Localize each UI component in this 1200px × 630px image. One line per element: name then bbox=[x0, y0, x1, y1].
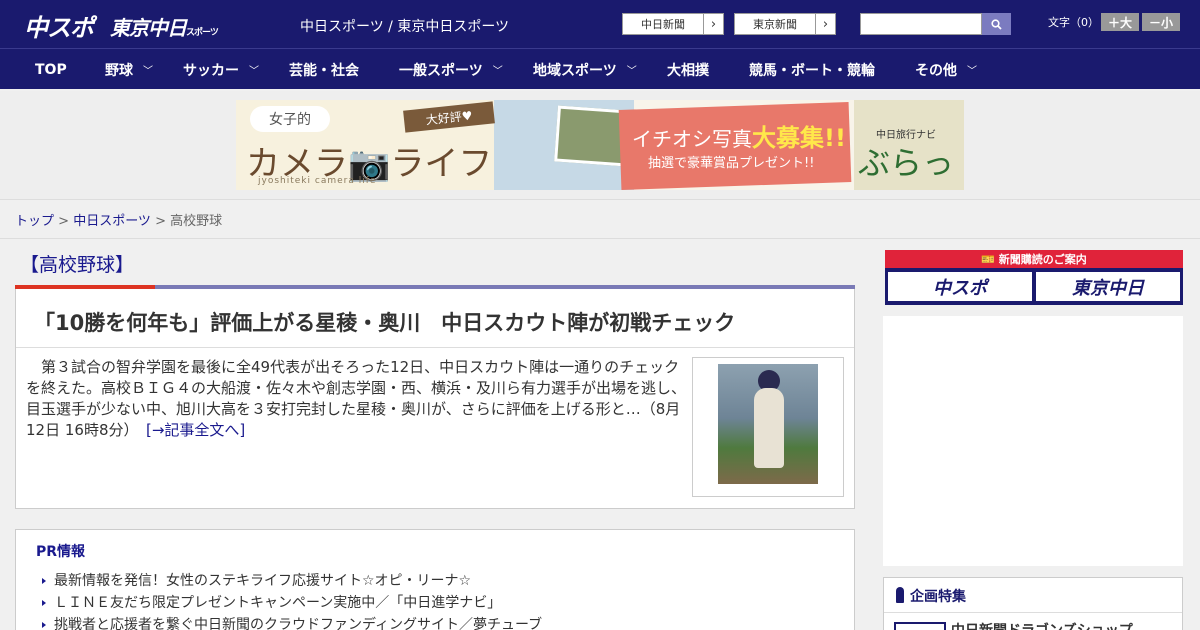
banner-bura-logo: ぶらっ人 bbox=[858, 144, 955, 182]
breadcrumb: トップ > 中日スポーツ > 高校野球 bbox=[15, 210, 222, 229]
dragons-shop-icon bbox=[894, 622, 946, 630]
nav-item-sumo[interactable]: 大相撲 bbox=[667, 49, 709, 90]
banner-promo-sub: 抽選で豪華賞品プレゼント!! bbox=[648, 156, 815, 171]
banner-subtitle: jyoshiteki camera life bbox=[258, 176, 377, 186]
article-lead: 第３試合の智弁学園を最後に全49代表が出そろった12日、中日スカウト陣は一通りの… bbox=[26, 357, 686, 441]
chevron-down-icon: ﹀ bbox=[967, 66, 977, 77]
text-size-label: 文字（0） bbox=[1048, 16, 1099, 29]
pr-item-text: ＬＩＮＥ友だち限定プレゼントキャンペーン実施中／「中日進学ナビ」 bbox=[54, 595, 502, 611]
divider bbox=[0, 238, 1200, 239]
subscribe-chuspo-button[interactable]: 中スポ bbox=[888, 272, 1032, 301]
player-figure bbox=[754, 388, 784, 468]
dragons-shop-link[interactable]: 中日新聞ドラゴンズショップ bbox=[951, 620, 1133, 630]
pr-title: PR情報 bbox=[36, 544, 86, 560]
chevron-down-icon: ﹀ bbox=[249, 66, 259, 77]
article-thumbnail bbox=[718, 364, 818, 484]
nav-label: 大相撲 bbox=[667, 62, 709, 79]
nav-item-other[interactable]: その他 ﹀ bbox=[915, 49, 977, 90]
nav-item-entertainment[interactable]: 芸能・社会 bbox=[289, 49, 359, 90]
bullet-triangle-icon bbox=[42, 600, 46, 606]
chevron-down-icon: ﹀ bbox=[492, 66, 503, 77]
bullet-triangle-icon bbox=[42, 622, 46, 628]
nav-label: サッカー bbox=[183, 62, 239, 79]
divider bbox=[16, 347, 854, 348]
read-more-link[interactable]: [→記事全文へ] bbox=[146, 421, 245, 439]
subscribe-tokyo-chunichi-button[interactable]: 東京中日 bbox=[1036, 272, 1180, 301]
text-size-down-button[interactable]: －小 bbox=[1142, 13, 1180, 31]
search-input[interactable] bbox=[860, 13, 982, 35]
banner-promo-headline: イチオシ写真大募集!! bbox=[632, 118, 846, 153]
subscription-heading: 🎫 新聞購読のご案内 bbox=[885, 250, 1183, 268]
pr-item[interactable]: 挑戦者と応援者を繋ぐ中日新聞のクラウドファンディングサイト／夢チューブ bbox=[42, 614, 542, 630]
bullet-triangle-icon bbox=[42, 578, 46, 584]
nav-item-baseball[interactable]: 野球 ﹀ bbox=[105, 49, 153, 90]
nav-label: 地域スポーツ bbox=[533, 62, 617, 79]
nav-item-general-sports[interactable]: 一般スポーツ ﹀ bbox=[399, 49, 503, 90]
chunichi-shimbun-link[interactable]: 中日新聞 › bbox=[622, 13, 724, 35]
nav-item-racing[interactable]: 競馬・ボート・競輪 bbox=[749, 49, 875, 90]
pin-icon bbox=[896, 587, 904, 603]
nav-label: 野球 bbox=[105, 62, 133, 79]
banner-promo-a: イチオシ写真 bbox=[632, 127, 752, 151]
chevron-down-icon: ﹀ bbox=[143, 66, 153, 77]
search-icon bbox=[991, 18, 1002, 30]
chunichi-shimbun-label: 中日新聞 bbox=[641, 18, 685, 31]
breadcrumb-section[interactable]: 中日スポーツ bbox=[73, 214, 151, 229]
special-features-title: 企画特集 bbox=[896, 586, 966, 606]
breadcrumb-sep: > bbox=[54, 214, 74, 229]
pr-item-text: 最新情報を発信！女性のステキライフ応援サイト☆オピ・リーナ☆ bbox=[54, 573, 472, 589]
chevron-down-icon: ﹀ bbox=[626, 66, 637, 77]
tokyo-logo-small: スポーツ bbox=[186, 28, 219, 38]
pr-item-text: 挑戦者と応援者を繋ぐ中日新聞のクラウドファンディングサイト／夢チューブ bbox=[54, 617, 543, 630]
article-lead-text: 第３試合の智弁学園を最後に全49代表が出そろった12日、中日スカウト陣は一通りの… bbox=[26, 358, 687, 439]
tokyo-shimbun-label: 東京新聞 bbox=[753, 18, 797, 31]
search-button[interactable] bbox=[982, 13, 1011, 35]
main-nav: TOP 野球 ﹀ サッカー ﹀ 芸能・社会 一般スポーツ ﹀ 地域スポーツ ﹀ 大相撲 … bbox=[0, 48, 1200, 89]
breadcrumb-current: 高校野球 bbox=[170, 214, 223, 229]
pr-box: PR情報 最新情報を発信！女性のステキライフ応援サイト☆オピ・リーナ☆ ＬＩＮＥ… bbox=[15, 529, 855, 630]
tokyo-chunichi-logo[interactable]: 東京中日スポーツ bbox=[110, 12, 219, 41]
banner-joshi-bubble: 女子的 bbox=[250, 106, 330, 132]
special-features-label: 企画特集 bbox=[910, 589, 966, 605]
breadcrumb-top[interactable]: トップ bbox=[15, 214, 54, 229]
nav-label: 競馬・ボート・競輪 bbox=[749, 62, 875, 79]
text-size-up-button[interactable]: ＋大 bbox=[1101, 13, 1139, 31]
tokyo-shimbun-link[interactable]: 東京新聞 › bbox=[734, 13, 836, 35]
banner-promo-b: 大募集!! bbox=[752, 124, 846, 152]
nav-item-regional-sports[interactable]: 地域スポーツ ﹀ bbox=[533, 49, 637, 90]
top-header: 中スポ 東京中日スポーツ 中日スポーツ / 東京中日スポーツ 中日新聞 › 東京… bbox=[0, 0, 1200, 48]
site-names: 中日スポーツ / 東京中日スポーツ bbox=[300, 19, 510, 35]
tokyo-logo-text: 東京中日 bbox=[110, 16, 187, 40]
divider bbox=[884, 612, 1182, 613]
breadcrumb-sep: > bbox=[150, 214, 171, 229]
camera-life-banner[interactable]: 女子的 カメラ📷ライフ jyoshiteki camera life 大好評♥ … bbox=[236, 100, 964, 190]
nav-label: その他 bbox=[915, 62, 957, 79]
special-features-box: 企画特集 中日新聞ドラゴンズショップ bbox=[883, 577, 1183, 630]
nav-label: 芸能・社会 bbox=[289, 62, 359, 79]
nav-item-top[interactable]: TOP bbox=[35, 49, 67, 90]
category-title: 【高校野球】 bbox=[20, 254, 135, 276]
pr-item[interactable]: 最新情報を発信！女性のステキライフ応援サイト☆オピ・リーナ☆ bbox=[42, 570, 471, 590]
nav-label: 一般スポーツ bbox=[399, 62, 483, 79]
chevron-right-icon: › bbox=[703, 14, 723, 34]
pr-item[interactable]: ＬＩＮＥ友だち限定プレゼントキャンペーン実施中／「中日進学ナビ」 bbox=[42, 592, 501, 612]
ad-slot[interactable] bbox=[883, 316, 1183, 566]
article-thumbnail-frame[interactable] bbox=[692, 357, 844, 497]
nav-label: TOP bbox=[35, 61, 67, 78]
nav-item-soccer[interactable]: サッカー ﹀ bbox=[183, 49, 259, 90]
article-headline[interactable]: 「10勝を何年も」評価上がる星稜・奥川 中日スカウト陣が初戦チェック bbox=[34, 307, 735, 337]
chuspo-logo[interactable]: 中スポ bbox=[24, 8, 94, 43]
article-card: 「10勝を何年も」評価上がる星稜・奥川 中日スカウト陣が初戦チェック 第３試合の… bbox=[15, 289, 855, 509]
chevron-right-icon: › bbox=[815, 14, 835, 34]
